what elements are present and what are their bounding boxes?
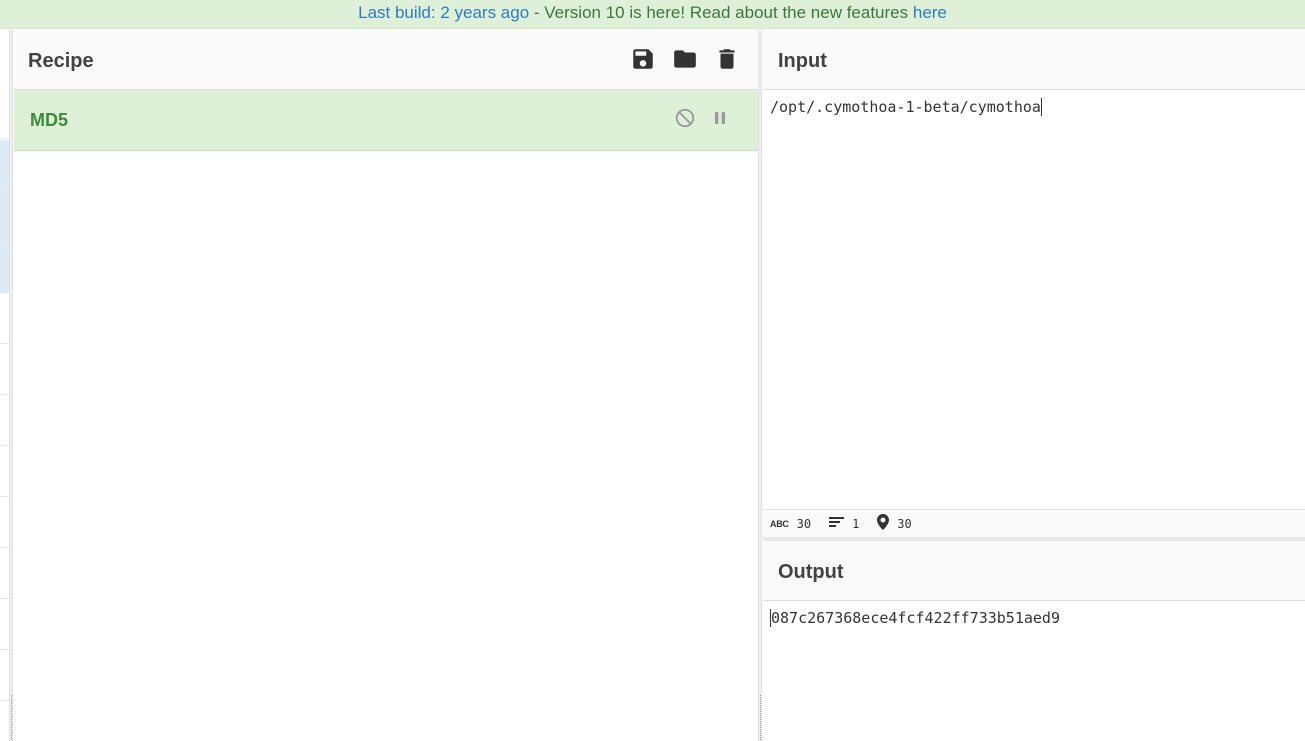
output-header: Output (763, 541, 1305, 601)
left-resize-gutter[interactable] (9, 30, 13, 741)
input-textarea[interactable]: /opt/.cymothoa-1-beta/cymothoa (770, 98, 1042, 116)
length-stat: ABC 30 (770, 517, 811, 531)
length-value: 30 (796, 516, 812, 531)
output-value: 087c267368ece4fcf422ff733b51aed9 (771, 609, 1060, 627)
disable-icon[interactable] (674, 107, 696, 129)
save-icon[interactable] (630, 46, 656, 72)
recipe-title: Recipe (28, 50, 94, 72)
recipe-header: Recipe (14, 30, 758, 90)
abc-icon: ABC (770, 518, 789, 529)
lines-stat: 1 (829, 516, 859, 531)
breakpoint-icon[interactable] (710, 108, 730, 128)
banner-message: Version 10 is here! Read about the new f… (544, 3, 913, 22)
recipe-panel: Recipe MD5 (14, 30, 758, 741)
position-stat: 30 (877, 514, 912, 533)
input-title: Input (778, 50, 827, 72)
position-value: 30 (897, 516, 912, 531)
last-build-link[interactable]: Last build: 2 years ago (358, 3, 529, 22)
lines-icon (829, 516, 845, 531)
new-features-link[interactable]: here (913, 3, 947, 22)
output-title: Output (778, 561, 844, 583)
middle-resize-gutter[interactable] (758, 30, 762, 741)
input-panel: Input /opt/.cymothoa-1-beta/cymothoa ABC… (763, 30, 1305, 537)
operation-md5[interactable]: MD5 (14, 90, 758, 151)
operation-name: MD5 (30, 110, 69, 130)
input-header: Input (763, 30, 1305, 90)
notification-banner: Last build: 2 years ago - Version 10 is … (0, 0, 1305, 29)
lines-value: 1 (852, 516, 860, 531)
output-panel: Output 087c267368ece4fcf422ff733b51aed9 (763, 541, 1305, 741)
output-textarea[interactable]: 087c267368ece4fcf422ff733b51aed9 (770, 609, 1060, 627)
input-value: /opt/.cymothoa-1-beta/cymothoa (770, 98, 1041, 116)
trash-icon[interactable] (714, 46, 740, 72)
input-status-bar: ABC 30 1 30 (763, 509, 1305, 537)
text-caret (1040, 98, 1042, 116)
banner-separator: - (529, 3, 545, 22)
folder-icon[interactable] (672, 46, 698, 72)
location-pin-icon (877, 514, 890, 533)
